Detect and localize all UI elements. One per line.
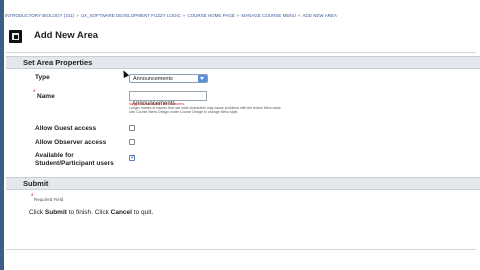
section-title: Set Area Properties <box>23 58 93 67</box>
breadcrumb-item[interactable]: Manage Course Menu <box>241 13 296 18</box>
available-label-line1: Available for <box>35 152 74 159</box>
available-label-line2: Student/Participant users <box>35 160 114 167</box>
breadcrumb-item[interactable]: Introductory Biology (101) <box>5 13 74 18</box>
type-select[interactable]: Announcements <box>129 74 208 83</box>
breadcrumb-current: Add New Area <box>302 13 337 18</box>
left-edge-bar <box>0 0 4 270</box>
name-label: Name <box>37 93 55 100</box>
name-hint-line: Use Course Menu Design under Course Desi… <box>129 110 239 114</box>
instruction-text: Click <box>29 209 45 216</box>
section-header-properties: Set Area Properties <box>6 56 480 69</box>
available-checkbox[interactable] <box>129 153 136 161</box>
page-icon <box>9 30 22 43</box>
section-header-submit: Submit <box>6 177 480 190</box>
page-title-row: Add New Area <box>6 26 476 50</box>
mouse-cursor-icon <box>120 69 130 78</box>
required-field-note: Required Field <box>34 197 64 202</box>
breadcrumb-item[interactable]: UX_Software development fuzzy logic <box>81 13 181 18</box>
type-label: Type <box>35 74 50 81</box>
bottom-divider <box>6 249 476 250</box>
section-title: Submit <box>23 179 49 188</box>
chevron-down-icon[interactable] <box>198 75 207 82</box>
breadcrumb: Introductory Biology (101)» UX_Software d… <box>5 11 475 20</box>
submit-word: Submit <box>44 209 67 216</box>
instruction-text: to quit. <box>131 209 154 216</box>
guest-access-checkbox[interactable] <box>129 125 135 131</box>
required-asterisk: * <box>33 90 36 96</box>
observer-access-label: Allow Observer access <box>35 139 107 146</box>
required-asterisk: * <box>31 194 34 200</box>
observer-access-checkbox[interactable] <box>129 139 135 145</box>
type-select-value: Announcements <box>133 76 173 82</box>
instruction-text: to finish. Click <box>66 209 111 216</box>
guest-access-label: Allow Guest access <box>35 125 97 132</box>
submit-instructions: Click Submit to finish. Click Cancel to … <box>29 209 153 216</box>
cancel-word: Cancel <box>110 209 132 216</box>
name-field[interactable] <box>129 91 207 108</box>
breadcrumb-item[interactable]: Course home page <box>187 13 234 18</box>
title-divider <box>6 52 476 53</box>
page-title: Add New Area <box>34 30 99 41</box>
